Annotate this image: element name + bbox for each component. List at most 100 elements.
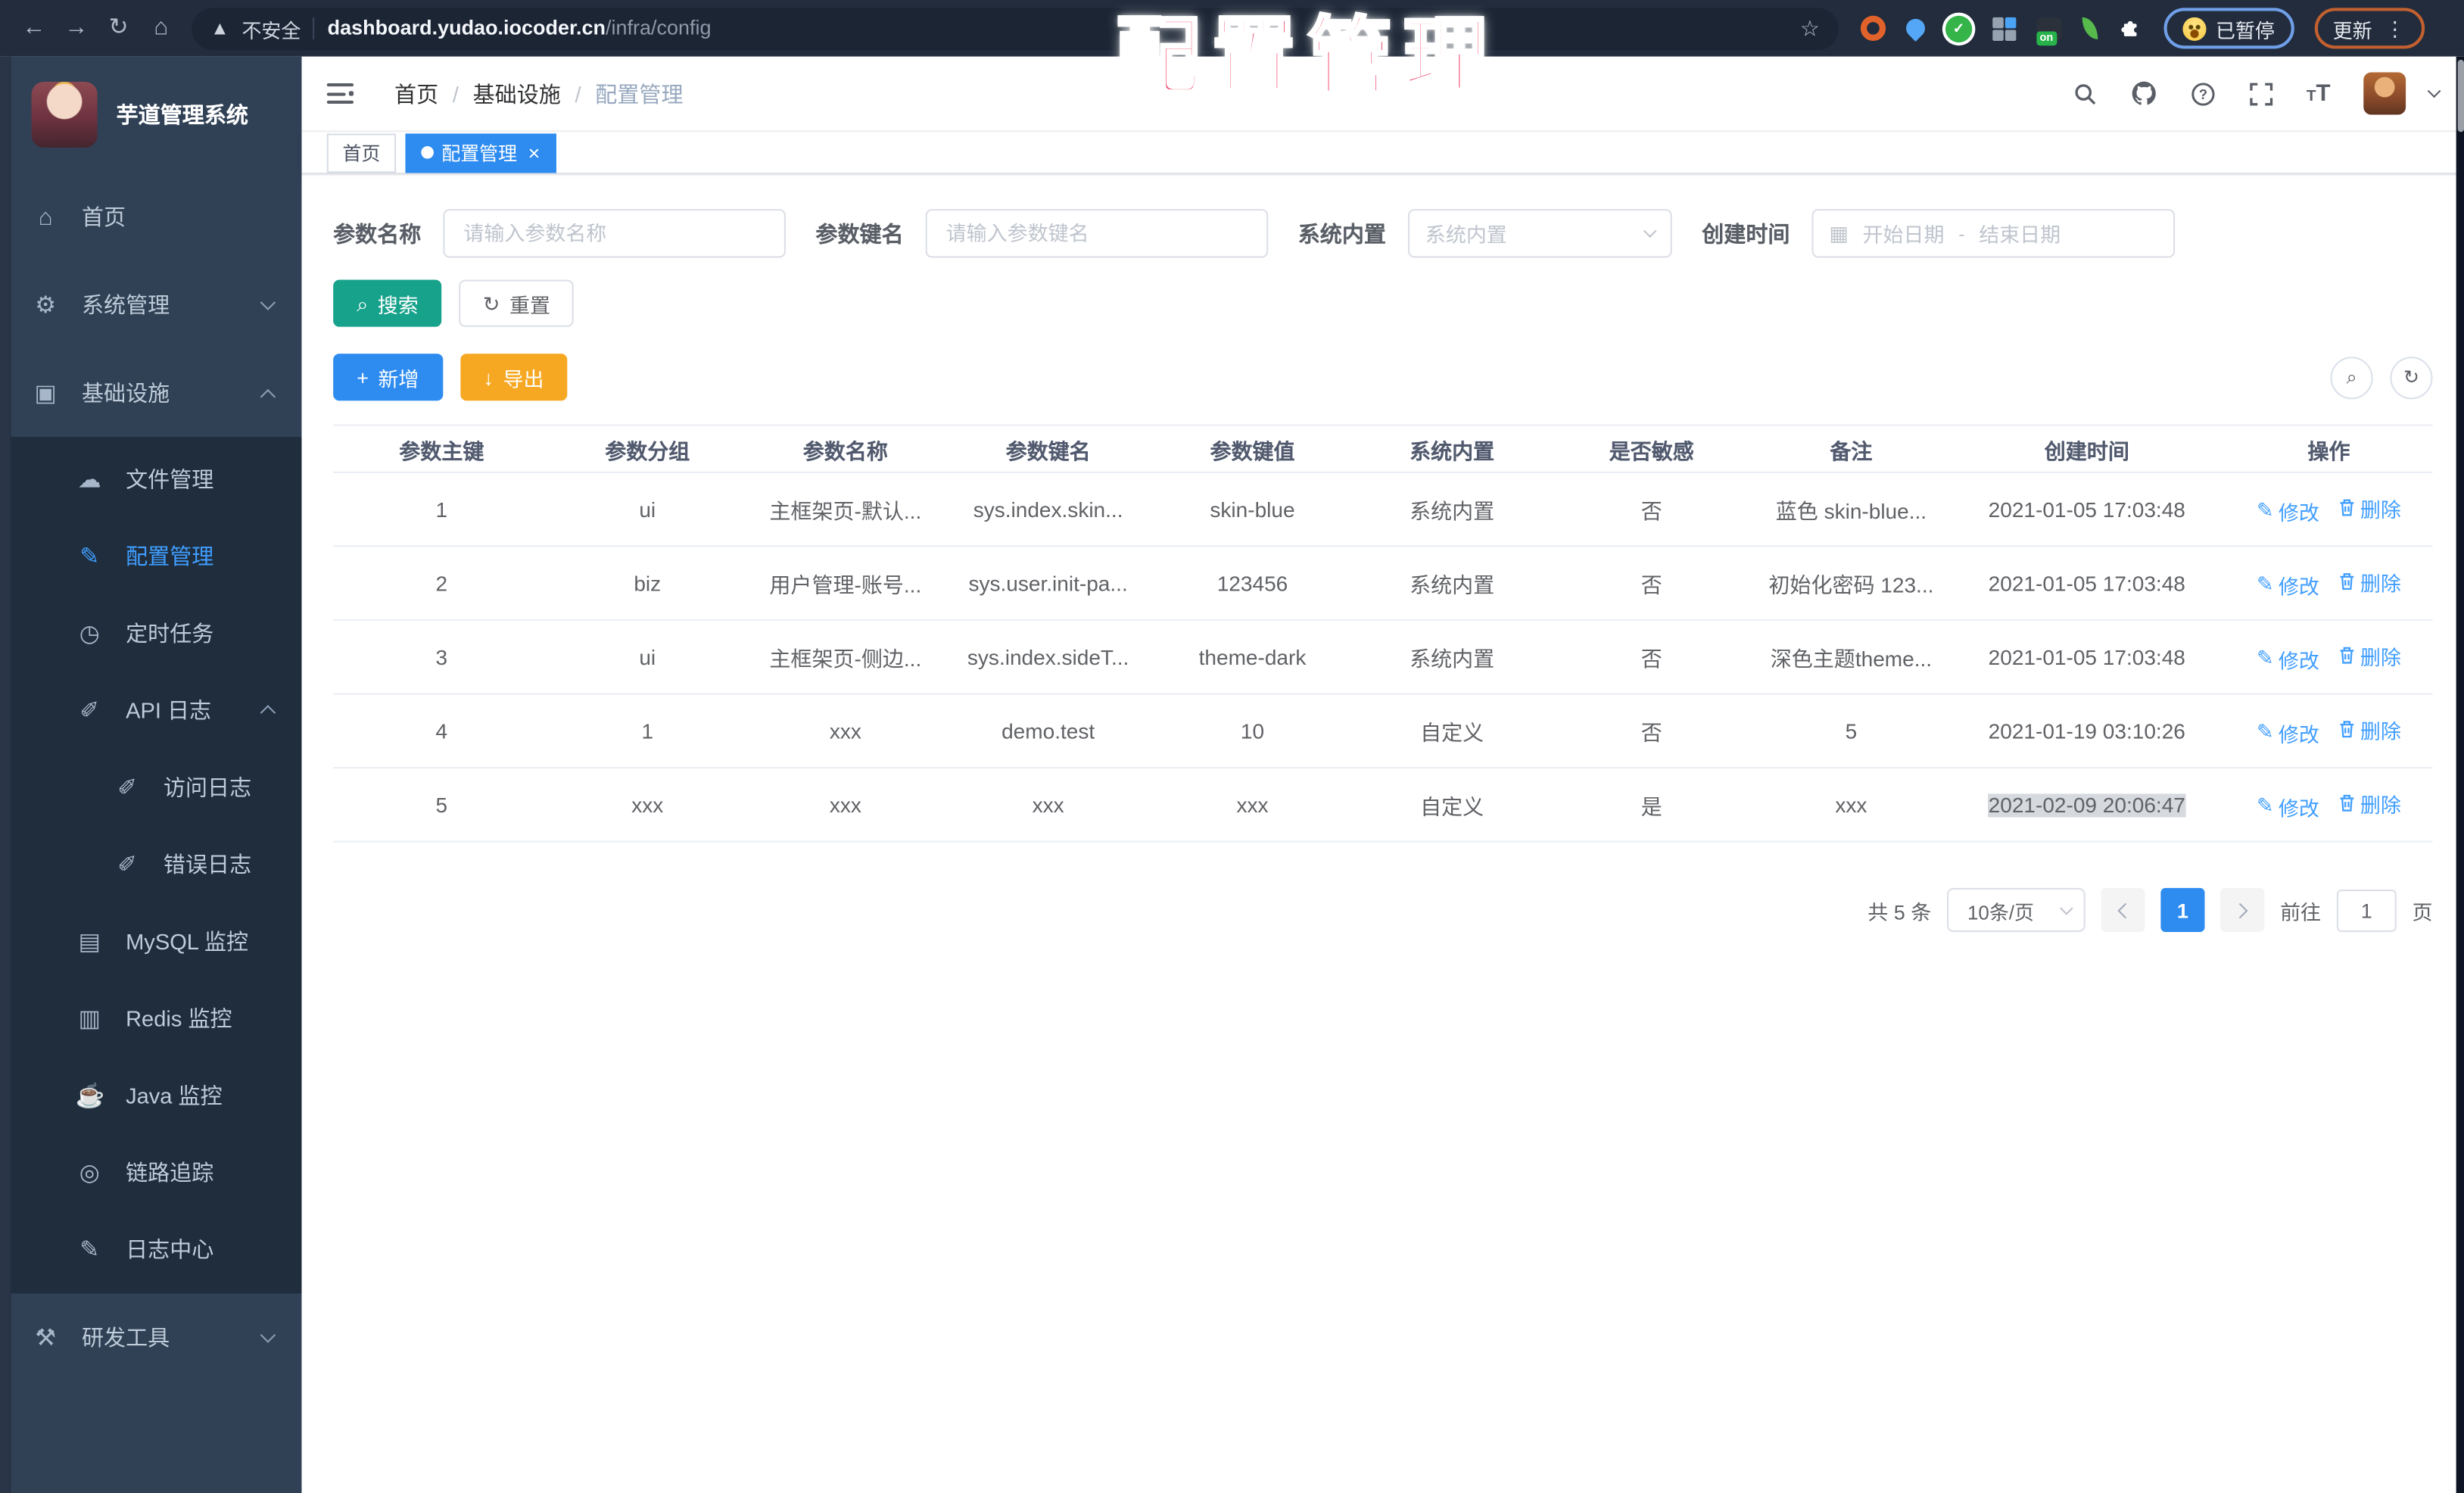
edit-pencil-icon: ✎	[2257, 719, 2274, 743]
sidebar-item-home[interactable]: ⌂ 首页	[0, 173, 302, 260]
sidebar-item-redis-monitor[interactable]: ▥ Redis 监控	[0, 979, 302, 1056]
github-icon[interactable]	[2130, 80, 2157, 107]
page-size-select[interactable]: 10条/页	[1946, 887, 2086, 933]
goto-label: 前往	[2280, 899, 2322, 924]
not-secure-warning-icon: ▲	[210, 17, 229, 39]
table-cell: 否	[1640, 721, 1662, 745]
edit-link[interactable]: ✎ 修改	[2257, 791, 2319, 821]
tab-home[interactable]: 首页	[326, 132, 397, 173]
create-time-range-picker[interactable]: ▦ 开始日期 - 结束日期	[1811, 209, 2176, 258]
sidebar-item-file-manage[interactable]: ☁ 文件管理	[0, 440, 302, 517]
param-name-input[interactable]	[443, 209, 786, 258]
sidebar-item-log-center[interactable]: ✎ 日志中心	[0, 1210, 302, 1287]
page-content: 参数名称 参数键名 系统内置 系统内置 创建时间 ▦ 开始日期 - 结束日期	[301, 176, 2464, 1493]
trash-icon	[2340, 721, 2354, 738]
table-cell: xxx	[829, 793, 861, 817]
sidebar-logo-area[interactable]: 芋道管理系统	[0, 57, 302, 173]
user-avatar[interactable]	[2363, 72, 2406, 115]
browser-update-button[interactable]: 更新 ⋮	[2313, 8, 2425, 49]
goto-page-input[interactable]	[2336, 888, 2397, 931]
breadcrumb-infra[interactable]: 基础设施	[473, 78, 561, 110]
search-button[interactable]: ⌕ 搜索	[333, 279, 442, 327]
table-row: 2 biz 用户管理-账号... sys.user.init-pa... 123456 系…	[333, 547, 2433, 621]
extension-pin-icon[interactable]	[1902, 14, 1930, 42]
extension-grid-icon[interactable]	[1992, 16, 2017, 40]
delete-link[interactable]: 删除	[2338, 641, 2401, 670]
update-label: 更新	[2332, 19, 2372, 42]
help-icon[interactable]: ?	[2190, 81, 2215, 106]
table-cell: xxx	[829, 718, 861, 743]
sidebar-toggle-icon[interactable]	[326, 83, 354, 104]
sidebar-item-mysql-monitor[interactable]: ▤ MySQL 监控	[0, 902, 302, 980]
mysql-icon: ▤	[78, 927, 101, 955]
browser-reload-icon[interactable]: ↻	[98, 0, 140, 57]
breadcrumb-current: 配置管理	[595, 80, 684, 107]
page-scrollbar[interactable]	[2456, 56, 2464, 1493]
sidebar-item-api-log[interactable]: ✐ API 日志	[0, 671, 302, 748]
edit-link[interactable]: ✎ 修改	[2257, 644, 2319, 673]
extension-on-icon[interactable]: on	[2036, 16, 2062, 45]
trash-icon	[2340, 794, 2354, 812]
delete-link[interactable]: 删除	[2338, 714, 2401, 743]
address-bar[interactable]: ▲ 不安全 dashboard.yudao.iocoder.cn/infra/c…	[192, 7, 1839, 50]
sidebar-item-scheduled-task[interactable]: ◷ 定时任务	[0, 594, 302, 672]
table-cell: 2	[435, 571, 448, 595]
browser-home-icon[interactable]: ⌂	[140, 0, 182, 57]
refresh-table-button[interactable]: ↻	[2390, 356, 2433, 399]
delete-link[interactable]: 删除	[2338, 493, 2401, 522]
sidebar-item-trace[interactable]: ◎ 链路追踪	[0, 1133, 302, 1211]
builtin-type-select[interactable]: 系统内置	[1408, 209, 1672, 258]
font-size-icon[interactable]: TT	[2307, 80, 2331, 107]
delete-link[interactable]: 删除	[2338, 566, 2401, 596]
export-button[interactable]: ↓ 导出	[459, 354, 568, 401]
sidebar-item-config-manage[interactable]: ✎ 配置管理	[0, 517, 302, 594]
reset-button[interactable]: ↻ 重置	[459, 279, 575, 327]
sidebar-item-java-monitor[interactable]: ☕ Java 监控	[0, 1056, 302, 1133]
table-cell: theme-dark	[1198, 645, 1307, 669]
sidebar-item-access-log[interactable]: ✐ 访问日志	[0, 748, 302, 825]
prev-page-button[interactable]	[2101, 887, 2145, 933]
chevron-left-icon	[2117, 902, 2133, 918]
browser-forward-icon[interactable]: →	[55, 0, 98, 57]
edit-link[interactable]: ✎ 修改	[2257, 496, 2319, 525]
tab-config-manage[interactable]: 配置管理 ×	[405, 132, 556, 173]
edit-icon: ✎	[79, 543, 100, 570]
close-tab-icon[interactable]: ×	[528, 142, 540, 163]
table-cell: 5	[1845, 718, 1858, 743]
create-button[interactable]: + 新增	[333, 354, 443, 401]
search-icon: ⌕	[357, 291, 369, 316]
user-menu-caret-icon[interactable]	[2427, 84, 2441, 98]
hide-search-button[interactable]: ⌕	[2330, 356, 2373, 399]
bookmark-star-icon[interactable]: ☆	[1800, 15, 1820, 42]
breadcrumb-home[interactable]: 首页	[394, 78, 438, 110]
sidebar-item-system[interactable]: ⚙ 系统管理	[0, 261, 302, 349]
next-page-button[interactable]	[2220, 887, 2265, 933]
sidebar-scrollbar[interactable]	[0, 56, 11, 1493]
table-toolbar: + 新增 ↓ 导出 ⌕ ↻	[333, 354, 2433, 401]
edit-link[interactable]: ✎ 修改	[2257, 718, 2319, 747]
calendar-icon: ▦	[1829, 220, 1849, 245]
scrollbar-thumb[interactable]	[2456, 59, 2463, 132]
table-cell: xxx	[1032, 793, 1064, 817]
delete-link[interactable]: 删除	[2338, 788, 2401, 818]
edit-link[interactable]: ✎ 修改	[2257, 570, 2319, 600]
url-host: dashboard.yudao.iocoder.cn	[327, 15, 606, 39]
sidebar-item-infra[interactable]: ▣ 基础设施	[0, 349, 302, 437]
extensions-puzzle-icon[interactable]	[2118, 16, 2143, 41]
url-path: /infra/config	[606, 15, 712, 39]
browser-back-icon[interactable]: ←	[13, 0, 55, 57]
paused-badge[interactable]: 已暂停	[2163, 8, 2294, 49]
current-page-button[interactable]: 1	[2160, 887, 2205, 933]
fullscreen-icon[interactable]	[2248, 81, 2273, 106]
browser-menu-icon[interactable]: ⋮	[2385, 18, 2405, 39]
trace-eye-icon: ◎	[79, 1158, 100, 1186]
search-icon[interactable]	[2073, 81, 2098, 106]
sidebar: 芋道管理系统 ⌂ 首页 ⚙ 系统管理 ▣ 基础设施 ☁ 文件管理 ✎ 配置管理 …	[0, 56, 302, 1493]
table-cell: 10	[1240, 718, 1265, 743]
sidebar-item-error-log[interactable]: ✐ 错误日志	[0, 825, 302, 902]
param-key-input[interactable]	[925, 209, 1269, 258]
extension-ring-icon[interactable]	[1860, 15, 1886, 41]
extension-leaf-icon[interactable]	[2082, 17, 2098, 39]
extension-check-icon[interactable]: ✓	[1945, 14, 1973, 42]
sidebar-item-dev-tools[interactable]: ⚒ 研发工具	[0, 1293, 302, 1381]
